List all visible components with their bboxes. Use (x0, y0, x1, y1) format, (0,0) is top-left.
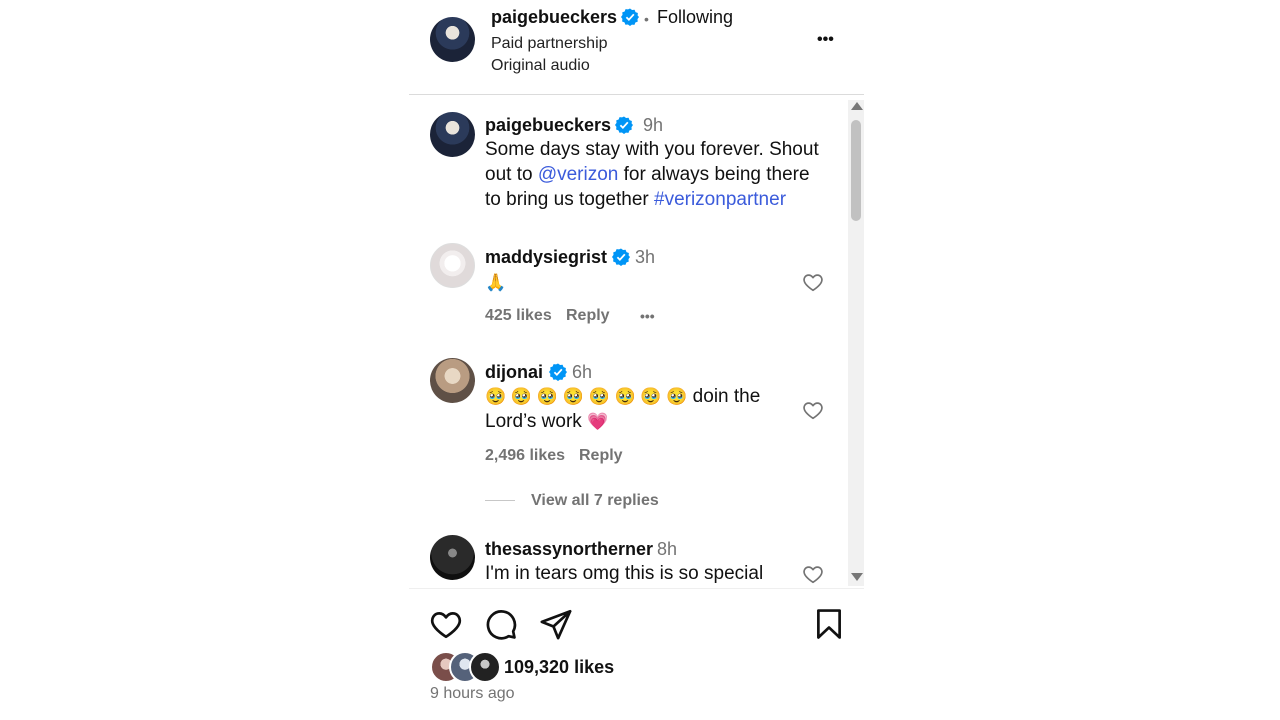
reply-button[interactable]: Reply (566, 307, 610, 325)
scrollbar-thumb[interactable] (851, 120, 861, 221)
actions-divider (409, 588, 864, 589)
heart-icon[interactable] (429, 607, 463, 641)
paid-partnership-label[interactable]: Paid partnership (491, 35, 608, 53)
caption-text: Some days stay with you forever. Shout o… (485, 137, 835, 212)
comment-text: 🙏 (485, 270, 506, 295)
comment-username[interactable]: dijonai (485, 362, 543, 383)
bookmark-icon[interactable] (812, 607, 846, 641)
likes-count[interactable]: 109,320 likes (504, 657, 614, 678)
header-divider (409, 94, 864, 95)
caption-text-suffix: for always being there (618, 164, 810, 185)
view-replies-button[interactable]: View all 7 replies (531, 492, 659, 510)
comment-text-after: doin the (687, 386, 761, 407)
scroll-up-arrow[interactable] (851, 102, 863, 110)
heart-icon[interactable] (802, 399, 824, 421)
caption-text-prefix: out to (485, 164, 538, 185)
comment-text: I'm in tears omg this is so special (485, 563, 764, 584)
caption-line-3: to bring us together #verizonpartner (485, 187, 835, 212)
verified-icon (549, 363, 567, 381)
reply-button[interactable]: Reply (579, 447, 623, 465)
more-icon[interactable]: ••• (640, 309, 655, 323)
caption-text-prefix-3: to bring us together (485, 189, 654, 210)
heart-icon[interactable] (802, 271, 824, 293)
caption-username[interactable]: paigebueckers (485, 115, 611, 136)
verified-icon (615, 116, 633, 134)
comment-text: 🥹 🥹 🥹 🥹 🥹 🥹 🥹 🥹 doin the Lord’s work 💗 (485, 384, 785, 434)
comment-text-line-1: 🥹 🥹 🥹 🥹 🥹 🥹 🥹 🥹 doin the (485, 384, 785, 409)
comment-likes[interactable]: 2,496 likes (485, 447, 565, 465)
comment-icon[interactable] (484, 607, 518, 641)
scroll-down-arrow[interactable] (851, 573, 863, 581)
header-avatar[interactable] (430, 17, 475, 62)
audio-label[interactable]: Original audio (491, 57, 590, 75)
liker-avatar (469, 651, 501, 683)
caption-line-1: Some days stay with you forever. Shout (485, 139, 819, 160)
caption-avatar[interactable] (430, 112, 475, 157)
comment-avatar[interactable] (430, 358, 475, 403)
follow-status[interactable]: Following (657, 7, 733, 28)
caption-time: 9h (643, 115, 664, 135)
comment-time: 6h (572, 362, 593, 382)
header-separator: • (644, 11, 649, 27)
comment-text-line-2: Lord’s work 💗 (485, 409, 785, 434)
praying-hands-emoji: 🙏 (485, 273, 507, 292)
pink-heart-emoji: 💗 (587, 412, 609, 431)
caption-line-2: out to @verizon for always being there (485, 162, 835, 187)
comment-likes[interactable]: 425 likes (485, 307, 552, 325)
pleading-face-emojis: 🥹 🥹 🥹 🥹 🥹 🥹 🥹 🥹 (485, 387, 688, 406)
comment-time: 3h (635, 247, 656, 267)
replies-divider (485, 500, 515, 501)
comment-avatar[interactable] (430, 243, 475, 288)
comment-username[interactable]: maddysiegrist (485, 247, 607, 268)
verified-icon (621, 8, 639, 26)
post-timestamp: 9 hours ago (430, 685, 515, 702)
header-username[interactable]: paigebueckers (491, 7, 617, 28)
more-icon[interactable]: ••• (817, 32, 834, 48)
verified-icon (612, 248, 630, 266)
comment-avatar[interactable] (430, 535, 475, 580)
heart-icon[interactable] (802, 563, 824, 585)
share-icon[interactable] (539, 607, 573, 641)
comment-time: 8h (657, 539, 678, 559)
hashtag-link[interactable]: #verizonpartner (654, 189, 786, 210)
mention-link[interactable]: @verizon (538, 164, 619, 185)
comment-text-line-2-text: Lord’s work (485, 411, 588, 432)
comment-username[interactable]: thesassynortherner (485, 539, 653, 560)
